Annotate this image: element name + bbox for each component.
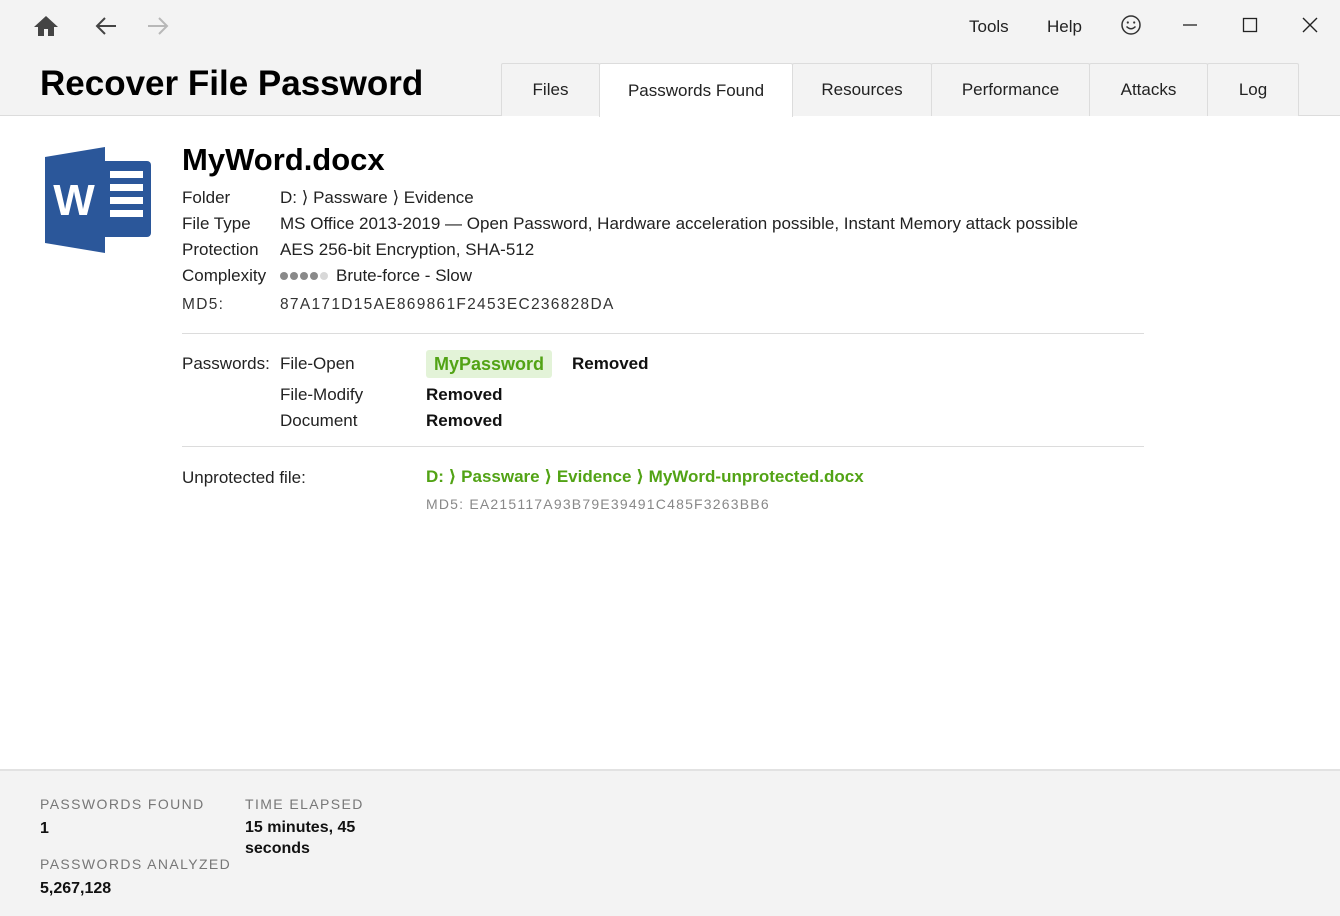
minimize-icon[interactable]	[1175, 10, 1205, 40]
md5-value: 87A171D15AE869861F2453EC236828DA	[280, 296, 615, 313]
complexity-dot-empty	[320, 271, 328, 280]
file-type-label: File Type	[182, 214, 251, 233]
complexity-rating	[280, 265, 330, 285]
tab-passwords-found[interactable]: Passwords Found	[599, 63, 793, 117]
password-status-file-modify: Removed	[426, 385, 503, 404]
tab-bar: Files Passwords Found Resources Performa…	[501, 63, 1299, 117]
found-password[interactable]: MyPassword	[426, 350, 553, 378]
divider	[182, 333, 1144, 334]
file-name: MyWord.docx	[182, 142, 385, 177]
password-status-document: Removed	[426, 411, 503, 430]
folder-path: D: ⟩ Passware ⟩ Evidence	[280, 188, 474, 207]
tab-performance[interactable]: Performance	[931, 63, 1090, 116]
complexity-value: Brute-force - Slow	[280, 266, 472, 287]
unprotected-file-link[interactable]: D: ⟩ Passware ⟩ Evidence ⟩ MyWord-unprot…	[426, 467, 864, 487]
tab-files[interactable]: Files	[501, 63, 600, 116]
passwords-found-label: PASSWORDS FOUND	[40, 796, 205, 812]
complexity-dot-filled	[310, 271, 318, 280]
protection-value: AES 256-bit Encryption, SHA-512	[280, 240, 535, 259]
menu-tools[interactable]: Tools	[969, 17, 1009, 37]
file-type-value: MS Office 2013-2019 — Open Password, Har…	[280, 214, 1079, 233]
complexity-dot-filled	[290, 271, 298, 280]
folder-label: Folder	[182, 188, 231, 207]
complexity-label: Complexity	[182, 266, 267, 285]
complexity-dot-filled	[300, 271, 308, 280]
word-document-icon: W	[45, 147, 151, 253]
status-footer: PASSWORDS FOUND 1 PASSWORDS ANALYZED 5,2…	[0, 769, 1340, 916]
time-elapsed-label: TIME ELAPSED	[245, 796, 364, 812]
passwords-analyzed-value: 5,267,128	[40, 880, 112, 897]
svg-text:W: W	[53, 176, 95, 225]
smiley-feedback-icon[interactable]	[1116, 10, 1146, 40]
password-type-document: Document	[280, 411, 358, 430]
unprotected-file-md5: MD5: EA215117A93B79E39491C485F3263BB6	[426, 496, 770, 512]
password-type-file-modify: File-Modify	[280, 385, 364, 404]
unprotected-file-label: Unprotected file:	[182, 468, 306, 487]
complexity-dot-filled	[280, 271, 288, 280]
time-elapsed-value: 15 minutes, 45 seconds	[245, 819, 356, 857]
md5-label: MD5:	[182, 296, 225, 313]
passwords-analyzed-label: PASSWORDS ANALYZED	[40, 856, 232, 872]
menu-help[interactable]: Help	[1047, 17, 1082, 37]
protection-label: Protection	[182, 240, 259, 259]
passwords-label: Passwords:	[182, 354, 270, 373]
title-bar: Recover File Password Tools Help Files P…	[0, 0, 1340, 117]
tab-attacks[interactable]: Attacks	[1089, 63, 1208, 116]
password-status-file-open: Removed	[572, 354, 649, 373]
tab-log[interactable]: Log	[1207, 63, 1299, 116]
tab-resources[interactable]: Resources	[792, 63, 932, 116]
arrow-left-icon[interactable]	[92, 12, 120, 40]
maximize-icon[interactable]	[1235, 10, 1265, 40]
app-title: Recover File Password	[40, 64, 424, 103]
arrow-right-icon[interactable]	[144, 12, 172, 40]
close-icon[interactable]	[1295, 10, 1325, 40]
home-icon[interactable]	[32, 12, 60, 40]
passwords-found-value: 1	[40, 820, 49, 837]
divider	[182, 446, 1144, 447]
complexity-text: Brute-force - Slow	[336, 266, 473, 285]
password-type-file-open: File-Open	[280, 354, 355, 373]
